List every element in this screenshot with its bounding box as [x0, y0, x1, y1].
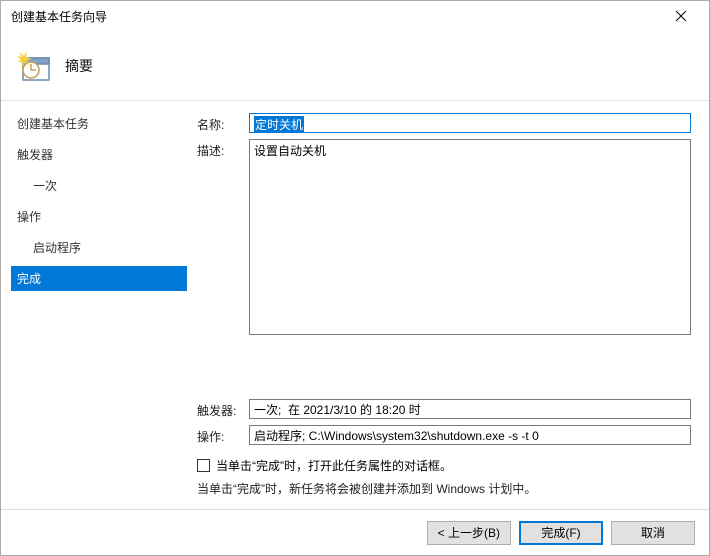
cancel-button[interactable]: 取消 — [611, 521, 695, 545]
name-input[interactable]: 定时关机 — [249, 113, 691, 133]
info-text: 当单击“完成”时，新任务将会被创建并添加到 Windows 计划中。 — [197, 480, 691, 497]
sidebar-item-label: 一次 — [33, 179, 57, 193]
open-properties-label: 当单击“完成”时，打开此任务属性的对话框。 — [216, 457, 452, 474]
name-label: 名称: — [197, 113, 249, 133]
name-row: 名称: 定时关机 — [197, 113, 691, 133]
sidebar-item-label: 创建基本任务 — [17, 117, 89, 131]
back-button-label: < 上一步(B) — [438, 524, 500, 541]
action-field[interactable] — [249, 425, 691, 445]
titlebar: 创建基本任务向导 — [1, 1, 709, 31]
wizard-window: 创建基本任务向导 摘要 创建基本任务 — [0, 0, 710, 556]
sidebar-item-start-program[interactable]: 启动程序 — [11, 235, 187, 260]
action-label: 操作: — [197, 425, 249, 445]
footer: < 上一步(B) 完成(F) 取消 — [1, 509, 709, 555]
cancel-button-label: 取消 — [641, 524, 665, 541]
name-value: 定时关机 — [254, 116, 304, 133]
trigger-row: 触发器: — [197, 399, 691, 419]
wizard-header: 摘要 — [1, 31, 709, 101]
open-properties-checkbox[interactable] — [197, 459, 210, 472]
sidebar-item-create-task[interactable]: 创建基本任务 — [11, 111, 187, 136]
desc-row: 描述: — [197, 139, 691, 338]
calendar-clock-icon — [17, 48, 53, 84]
action-row: 操作: — [197, 425, 691, 445]
window-title: 创建基本任务向导 — [11, 8, 661, 25]
trigger-field[interactable] — [249, 399, 691, 419]
sidebar-item-finish[interactable]: 完成 — [11, 266, 187, 291]
page-title: 摘要 — [65, 56, 93, 76]
sidebar-item-label: 完成 — [17, 272, 41, 286]
sidebar-item-once[interactable]: 一次 — [11, 173, 187, 198]
sidebar-item-trigger[interactable]: 触发器 — [11, 142, 187, 167]
close-icon — [675, 10, 687, 22]
sidebar: 创建基本任务 触发器 一次 操作 启动程序 完成 — [1, 101, 191, 509]
sidebar-item-label: 启动程序 — [33, 241, 81, 255]
sidebar-item-label: 操作 — [17, 210, 41, 224]
sidebar-item-label: 触发器 — [17, 148, 53, 162]
open-properties-row: 当单击“完成”时，打开此任务属性的对话框。 — [197, 457, 691, 474]
content-panel: 名称: 定时关机 描述: 触发器: — [191, 101, 709, 509]
desc-input[interactable] — [249, 139, 691, 335]
header-icon — [17, 48, 53, 84]
finish-button[interactable]: 完成(F) — [519, 521, 603, 545]
wizard-body: 创建基本任务 触发器 一次 操作 启动程序 完成 名称: — [1, 101, 709, 509]
close-button[interactable] — [661, 2, 701, 30]
desc-label: 描述: — [197, 139, 249, 159]
finish-button-label: 完成(F) — [541, 524, 580, 541]
sidebar-item-action[interactable]: 操作 — [11, 204, 187, 229]
trigger-label: 触发器: — [197, 399, 249, 419]
back-button[interactable]: < 上一步(B) — [427, 521, 511, 545]
